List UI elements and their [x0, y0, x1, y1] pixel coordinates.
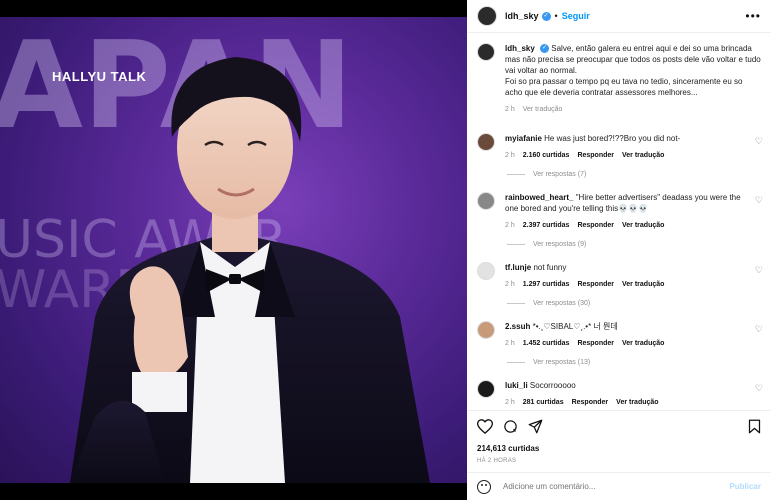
comment-reply-button[interactable]: Responder: [577, 150, 614, 161]
comment-item: luki_li Socorrooooo 2 h 281 curtidas Res…: [467, 380, 771, 408]
comment-item: 2.ssuh *•.¸♡SIBAL♡¸.•* 너 뭔데 2 h 1.452 cu…: [467, 321, 771, 349]
author-username[interactable]: ldh_sky: [505, 11, 539, 21]
post-timestamp: HÁ 2 HORAS: [477, 458, 517, 464]
commenter-avatar[interactable]: [477, 133, 495, 151]
comment-time: 2 h: [505, 281, 515, 288]
comment-item: rainbowed_heart_ "Hire better advertiser…: [467, 192, 771, 231]
save-bookmark-icon[interactable]: [748, 419, 761, 434]
view-replies-label[interactable]: Ver respostas (7): [533, 171, 586, 178]
like-comment-heart-icon[interactable]: ♡: [755, 265, 763, 276]
post-likes-count[interactable]: 214,613 curtidas: [477, 444, 761, 453]
comments-list[interactable]: ldh_sky ✓ Salve, então galera eu entrei …: [467, 34, 771, 410]
comment-translate-link[interactable]: Ver tradução: [616, 397, 658, 408]
view-replies-label[interactable]: Ver respostas (30): [533, 300, 590, 307]
post-photo-panel: APAN USIC AWAR WARDS HALLYU TALK: [0, 0, 467, 500]
comment-likes[interactable]: 281 curtidas: [523, 397, 564, 408]
photo-watermark: HALLYU TALK: [52, 69, 147, 84]
comment-reply-button[interactable]: Responder: [572, 397, 609, 408]
verified-badge-icon: ✓: [541, 11, 551, 21]
comment-item: tf.lunje not funny 2 h 1.297 curtidas Re…: [467, 262, 771, 290]
caption-time: 2 h: [505, 106, 515, 113]
comment-time: 2 h: [505, 152, 515, 159]
comment-translate-link[interactable]: Ver tradução: [622, 150, 664, 161]
commenter-avatar[interactable]: [477, 380, 495, 398]
comment-time: 2 h: [505, 222, 515, 229]
view-replies-label[interactable]: Ver respostas (13): [533, 359, 590, 366]
comment-bubble-icon[interactable]: [503, 419, 518, 434]
comment-time: 2 h: [505, 340, 515, 347]
comment-input[interactable]: [503, 482, 703, 491]
comment-translate-link[interactable]: Ver tradução: [622, 220, 664, 231]
post-caption: ldh_sky ✓ Salve, então galera eu entrei …: [467, 34, 771, 115]
view-replies-toggle[interactable]: Ver respostas (7): [507, 171, 771, 178]
like-comment-heart-icon[interactable]: ♡: [755, 324, 763, 335]
verified-badge-icon: ✓: [540, 44, 550, 54]
comment-reply-button[interactable]: Responder: [577, 338, 614, 349]
comment-translate-link[interactable]: Ver tradução: [622, 279, 664, 290]
commenter-avatar[interactable]: [477, 321, 495, 339]
post-side-panel: ldh_sky ✓ • Seguir ••• ldh_sky ✓ Salve, …: [467, 0, 771, 500]
comment-text: *•.¸♡SIBAL♡¸.•* 너 뭔데: [532, 322, 618, 331]
comment-text: Socorrooooo: [529, 381, 576, 390]
post-header: ldh_sky ✓ • Seguir •••: [467, 0, 771, 33]
commenter-avatar[interactable]: [477, 192, 495, 210]
comment-translate-link[interactable]: Ver tradução: [622, 338, 664, 349]
comment-reply-button[interactable]: Responder: [577, 220, 614, 231]
commenter-avatar[interactable]: [477, 262, 495, 280]
comment-likes[interactable]: 1.452 curtidas: [523, 338, 570, 349]
comment-likes[interactable]: 2.160 curtidas: [523, 150, 570, 161]
separator-dot: •: [554, 11, 558, 21]
add-comment-bar: Publicar: [467, 472, 771, 500]
share-send-icon[interactable]: [528, 419, 543, 434]
caption-avatar[interactable]: [477, 43, 495, 61]
comment-text: He was just bored?!??Bro you did not-: [544, 134, 681, 143]
like-heart-icon[interactable]: [477, 419, 493, 434]
comment-username[interactable]: rainbowed_heart_: [505, 193, 573, 202]
comment-likes[interactable]: 1.297 curtidas: [523, 279, 570, 290]
post-actions: 214,613 curtidas HÁ 2 HORAS: [467, 410, 771, 464]
emoji-picker-icon[interactable]: [477, 479, 491, 494]
photo-background-art: APAN USIC AWAR WARDS: [0, 17, 430, 483]
comment-username[interactable]: tf.lunje: [505, 263, 531, 272]
comment-username[interactable]: myiafanie: [505, 134, 542, 143]
post-image: APAN USIC AWAR WARDS HALLYU TALK: [0, 17, 467, 483]
caption-username[interactable]: ldh_sky: [505, 44, 535, 53]
follow-button[interactable]: Seguir: [562, 11, 590, 21]
view-replies-toggle[interactable]: Ver respostas (30): [507, 300, 771, 307]
like-comment-heart-icon[interactable]: ♡: [755, 136, 763, 147]
author-avatar[interactable]: [477, 6, 497, 26]
comment-time: 2 h: [505, 399, 515, 406]
comment-username[interactable]: luki_li: [505, 381, 528, 390]
comment-text: not funny: [533, 263, 567, 272]
post-modal: APAN USIC AWAR WARDS HALLYU TALK ldh_sky…: [0, 0, 771, 500]
view-replies-label[interactable]: Ver respostas (9): [533, 241, 586, 248]
comment-item: myiafanie He was just bored?!??Bro you d…: [467, 133, 771, 161]
publish-comment-button[interactable]: Publicar: [729, 482, 761, 491]
like-comment-heart-icon[interactable]: ♡: [755, 383, 763, 394]
comment-likes[interactable]: 2.397 curtidas: [523, 220, 570, 231]
comment-username[interactable]: 2.ssuh: [505, 322, 530, 331]
comment-reply-button[interactable]: Responder: [577, 279, 614, 290]
view-replies-toggle[interactable]: Ver respostas (13): [507, 359, 771, 366]
like-comment-heart-icon[interactable]: ♡: [755, 195, 763, 206]
caption-text-2: Foi so pra passar o tempo pq eu tava no …: [505, 77, 743, 97]
more-options-icon[interactable]: •••: [745, 9, 761, 23]
view-replies-toggle[interactable]: Ver respostas (9): [507, 241, 771, 248]
caption-translate-link[interactable]: Ver tradução: [523, 104, 563, 115]
